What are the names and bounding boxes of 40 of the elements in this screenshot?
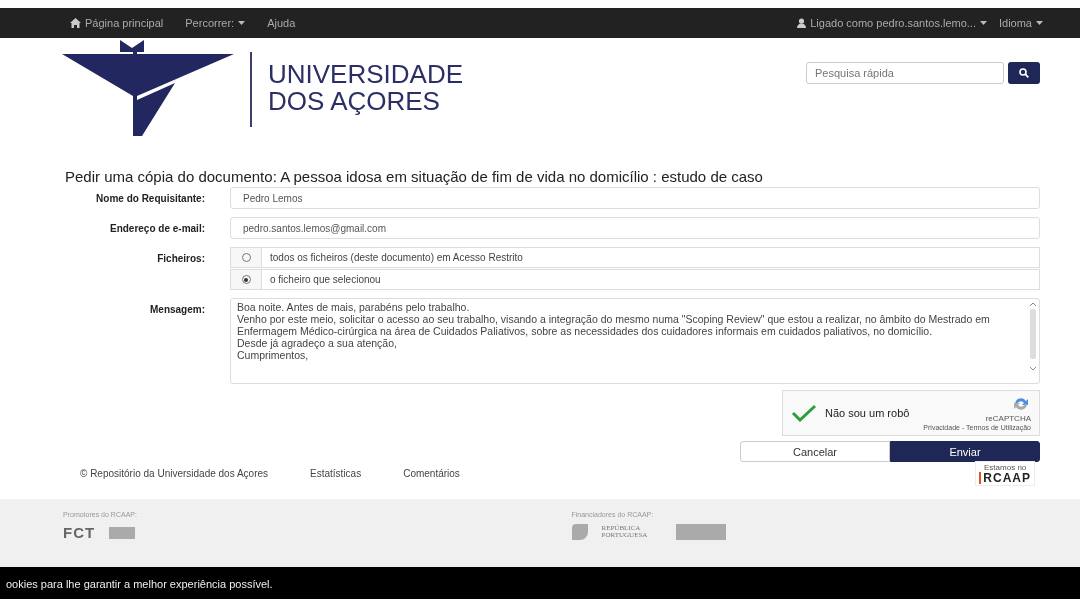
nav-dropdown[interactable]: Idioma — [998, 17, 1043, 29]
captcha-label: Não sou um robô — [825, 407, 910, 419]
user-menu[interactable]: Ligado como pedro.santos.lemo... — [797, 17, 987, 29]
search-button[interactable] — [1008, 62, 1040, 84]
nav-link[interactable]: Página principal — [70, 17, 164, 29]
caret-icon — [238, 21, 246, 25]
flag-icon — [571, 524, 588, 540]
field-label: Nome do Requisitante: — [95, 192, 205, 206]
cancel-button[interactable]: Cancelar — [740, 441, 890, 462]
footer-link[interactable]: Estatísticas — [310, 468, 362, 479]
field-label: Ficheiros: — [156, 252, 205, 266]
university-logo-icon — [62, 38, 234, 138]
send-button[interactable]: Enviar — [890, 441, 1040, 462]
message-field[interactable]: Boa noite. Antes de mais, parabéns pelo trabalho. Venho por este meio, solicitar o acesso ao seu trabalho, visando a integração do mesmo numa "Scoping Review" que estou a realizar, no âmbito do Mestrado em Enfermagem Médico-cirúrgica na área de Cuidados Paliativos, sobre as necessidades dos cuidadores informais em cuidados paliativos, no domicílio. Desde já agradeço a sua atenção, Cumprimentos, — [230, 298, 1040, 384]
recaptcha-icon — [1011, 395, 1031, 413]
fct-logo[interactable]: FCT — [63, 524, 96, 541]
nav-dropdown[interactable]: Percorrer: — [185, 17, 246, 29]
checkmark-icon[interactable] — [791, 404, 817, 422]
cookie-notice: ookies para lhe garantir a melhor experiência possível. — [5, 577, 274, 590]
captcha-brand: reCAPTCHA — [985, 414, 1031, 423]
field-label: Endereço de e-mail: — [108, 222, 205, 236]
caret-icon — [1036, 21, 1043, 25]
file-option[interactable]: todos os ficheiros (deste documento) em Acesso Restrito — [230, 247, 1040, 268]
file-option[interactable]: o ficheiro que selecionou — [230, 269, 1040, 290]
field-label: Mensagem: — [149, 303, 205, 317]
sponsor-logo-icon[interactable] — [109, 526, 136, 539]
caret-icon — [979, 21, 987, 25]
page-title: Pedir uma cópia do documento: A pessoa idosa em situação de fim de vida no domicílio : estudo de caso — [65, 168, 764, 185]
footer-link[interactable]: Comentários — [403, 468, 460, 479]
logo-text: DOS AÇORES — [268, 88, 441, 115]
logo-text: UNIVERSIDADE — [268, 61, 464, 88]
rcaap-badge[interactable]: Estamos no RCAAP — [975, 461, 1035, 486]
user-icon — [797, 18, 807, 28]
home-icon — [70, 18, 81, 28]
nav-link[interactable]: Ajuda — [267, 17, 296, 29]
copyright-link[interactable]: © Repositório da Universidade dos Açores — [80, 468, 269, 479]
search-field[interactable]: Pesquisa rápida — [806, 62, 1004, 84]
name-field[interactable]: Pedro Lemos — [230, 187, 1040, 209]
email-field[interactable]: pedro.santos.lemos@gmail.com — [230, 217, 1040, 239]
search-icon — [1019, 68, 1029, 78]
